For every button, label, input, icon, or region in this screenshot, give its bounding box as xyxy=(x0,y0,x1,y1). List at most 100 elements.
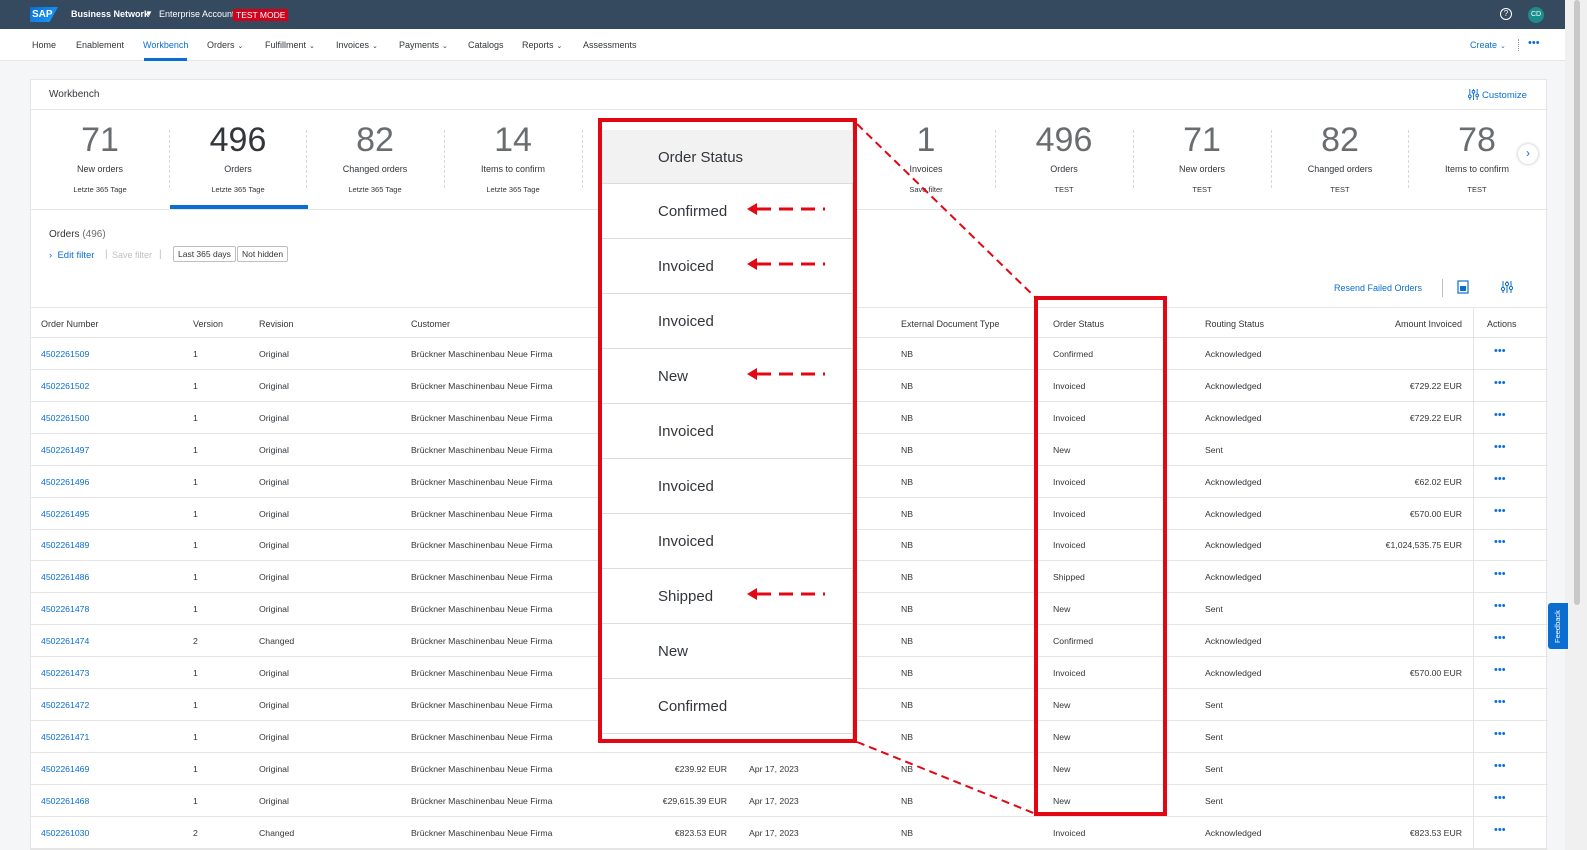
tile-new-orders[interactable]: 71 New orders Letzte 365 Tage xyxy=(31,122,169,194)
order-number-link[interactable]: 4502261486 xyxy=(41,572,89,582)
row-actions-icon[interactable]: ••• xyxy=(1494,824,1506,836)
row-actions-icon[interactable]: ••• xyxy=(1494,664,1506,676)
row-actions-icon[interactable]: ••• xyxy=(1494,600,1506,612)
nav-catalogs[interactable]: Catalogs xyxy=(468,40,504,50)
tile-orders[interactable]: 496 Orders Letzte 365 Tage xyxy=(169,122,307,194)
filter-chip-period[interactable]: Last 365 days xyxy=(173,246,236,262)
table-row[interactable]: 4502261468 1 Original Brückner Maschinenbau… xyxy=(31,785,1548,817)
tile-new-orders-test[interactable]: 71 New orders TEST xyxy=(1133,122,1271,194)
row-actions-icon[interactable]: ••• xyxy=(1494,505,1506,517)
row-actions-icon[interactable]: ••• xyxy=(1494,568,1506,580)
nav-payments[interactable]: Payments ⌄ xyxy=(399,40,448,50)
tile-count: 82 xyxy=(356,121,394,159)
create-menu-button[interactable]: Create ⌄ xyxy=(1470,40,1506,50)
test-mode-badge: TEST MODE xyxy=(233,9,289,21)
customer-cell: Brückner Maschinenbau Neue Firma xyxy=(411,731,553,742)
order-number-link[interactable]: 4502261509 xyxy=(41,349,89,359)
row-actions-icon[interactable]: ••• xyxy=(1494,377,1506,389)
col-revision[interactable]: Revision xyxy=(259,319,294,329)
row-actions-icon[interactable]: ••• xyxy=(1494,632,1506,644)
col-amount-invoiced[interactable]: Amount Invoiced xyxy=(1371,319,1462,329)
nav-orders[interactable]: Orders ⌄ xyxy=(207,40,243,50)
version-cell: 1 xyxy=(193,476,198,487)
save-filter-button[interactable]: Save filter xyxy=(112,250,152,260)
table-row[interactable]: 4502261030 2 Changed Brückner Maschinenbau … xyxy=(31,817,1548,849)
tile-filter: Letzte 365 Tage xyxy=(486,185,540,194)
order-number-link[interactable]: 4502261500 xyxy=(41,413,89,423)
order-number-link[interactable]: 4502261473 xyxy=(41,668,89,678)
order-number-link[interactable]: 4502261468 xyxy=(41,796,89,806)
col-customer[interactable]: Customer xyxy=(411,319,450,329)
sap-logo[interactable]: SAP xyxy=(30,7,58,22)
row-actions-icon[interactable]: ••• xyxy=(1494,409,1506,421)
business-network-title[interactable]: Business Network xyxy=(71,9,149,19)
tile-changed-orders[interactable]: 82 Changed orders Letzte 365 Tage xyxy=(306,122,444,194)
order-number-link[interactable]: 4502261478 xyxy=(41,604,89,614)
tile-orders-test[interactable]: 496 Orders TEST xyxy=(995,122,1133,194)
order-number-link[interactable]: 4502261030 xyxy=(41,828,89,838)
col-external-document-type[interactable]: External Document Type xyxy=(901,319,999,329)
col-version[interactable]: Version xyxy=(193,319,223,329)
nav-fulfillment[interactable]: Fulfillment ⌄ xyxy=(265,40,315,50)
external-document-type-cell: NB xyxy=(901,763,914,774)
scrollbar-thumb[interactable] xyxy=(1574,0,1580,605)
edit-filter-button[interactable]: › Edit filter xyxy=(49,250,94,261)
tile-items-to-confirm[interactable]: 14 Items to confirm Letzte 365 Tage xyxy=(444,122,582,194)
chevron-right-icon[interactable]: › xyxy=(1518,144,1538,164)
customize-button[interactable]: Customize xyxy=(1468,89,1527,101)
separator: | xyxy=(159,249,162,260)
nav-home[interactable]: Home xyxy=(32,40,56,50)
version-cell: 2 xyxy=(193,827,198,838)
revision-cell: Original xyxy=(259,699,289,710)
row-actions-icon[interactable]: ••• xyxy=(1494,441,1506,453)
nav-assessments[interactable]: Assessments xyxy=(583,40,637,50)
order-number-link[interactable]: 4502261502 xyxy=(41,381,89,391)
resend-failed-orders-button[interactable]: Resend Failed Orders xyxy=(1334,283,1422,293)
external-document-type-cell: NB xyxy=(901,380,914,391)
order-number-link[interactable]: 4502261496 xyxy=(41,477,89,487)
revision-cell: Changed xyxy=(259,636,295,647)
table-settings-icon[interactable] xyxy=(1500,280,1514,294)
more-options-icon[interactable]: ••• xyxy=(1528,37,1540,49)
order-number-link[interactable]: 4502261497 xyxy=(41,445,89,455)
order-number-link[interactable]: 4502261469 xyxy=(41,764,89,774)
row-actions-icon[interactable]: ••• xyxy=(1494,696,1506,708)
external-document-type-cell: NB xyxy=(901,668,914,678)
routing-status-cell: Sent xyxy=(1205,763,1223,774)
nav-invoices[interactable]: Invoices ⌄ xyxy=(336,40,378,50)
tile-count: 71 xyxy=(81,121,119,159)
table-row[interactable]: 4502261469 1 Original Brückner Maschinenbau… xyxy=(31,753,1548,785)
row-actions-icon[interactable]: ••• xyxy=(1494,760,1506,772)
row-actions-icon[interactable]: ••• xyxy=(1494,792,1506,804)
order-date-cell: Apr 17, 2023 xyxy=(749,763,799,774)
nav-reports[interactable]: Reports ⌄ xyxy=(522,40,562,50)
user-avatar[interactable]: CD xyxy=(1528,7,1544,23)
feedback-button[interactable]: Feedback xyxy=(1548,603,1568,649)
product-switch-caret-icon[interactable]: ▼ xyxy=(145,9,153,18)
row-actions-icon[interactable]: ••• xyxy=(1494,728,1506,740)
tile-changed-orders-test[interactable]: 82 Changed orders TEST xyxy=(1271,122,1409,194)
help-icon[interactable]: ? xyxy=(1500,8,1512,20)
customer-cell: Brückner Maschinenbau Neue Firma xyxy=(411,668,553,678)
nav-workbench[interactable]: Workbench xyxy=(143,40,188,50)
customer-cell: Brückner Maschinenbau Neue Firma xyxy=(411,476,553,487)
callout-status-label: Invoiced xyxy=(658,533,714,550)
order-number-link[interactable]: 4502261495 xyxy=(41,509,89,519)
col-routing-status[interactable]: Routing Status xyxy=(1205,319,1264,329)
nav-enablement[interactable]: Enablement xyxy=(76,40,124,50)
revision-cell: Original xyxy=(259,763,289,774)
external-document-type-cell: NB xyxy=(901,444,914,455)
customize-label: Customize xyxy=(1482,90,1527,101)
order-number-link[interactable]: 4502261472 xyxy=(41,700,89,710)
row-actions-icon[interactable]: ••• xyxy=(1494,473,1506,485)
order-number-link[interactable]: 4502261474 xyxy=(41,636,89,646)
row-actions-icon[interactable]: ••• xyxy=(1494,536,1506,548)
order-number-link[interactable]: 4502261471 xyxy=(41,732,89,742)
order-number-link[interactable]: 4502261489 xyxy=(41,540,89,550)
tile-invoices[interactable]: 1 Invoices Save filter xyxy=(857,122,995,194)
filter-chip-hidden[interactable]: Not hidden xyxy=(237,246,289,262)
export-excel-icon[interactable] xyxy=(1456,280,1470,294)
col-order-number[interactable]: Order Number xyxy=(41,319,99,329)
row-actions-icon[interactable]: ••• xyxy=(1494,345,1506,357)
routing-status-cell: Sent xyxy=(1205,731,1223,742)
